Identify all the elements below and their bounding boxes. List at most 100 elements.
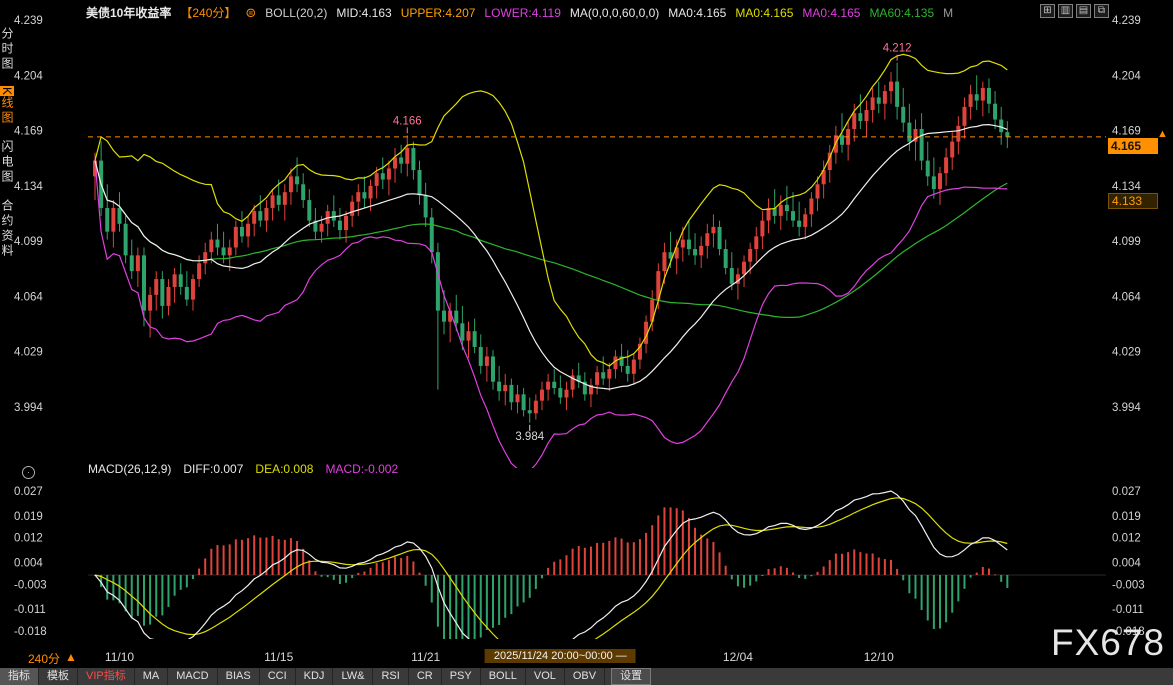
toolbar-tab-vol[interactable]: VOL (526, 668, 565, 685)
y-axis-label: 4.204 (14, 70, 43, 82)
x-axis-label: 12/04 (723, 650, 753, 664)
dea-line (95, 498, 1007, 648)
macd-axis-label: -0.011 (1112, 604, 1144, 616)
y-axis-label: 4.239 (14, 15, 43, 27)
sidebar-item-flash-chart[interactable]: 闪电图 (0, 140, 16, 185)
price-annotation: 4.166 (393, 115, 422, 127)
macd-axis-label: 0.004 (14, 558, 43, 570)
window-controls: ⊞▥▤⧉ (1040, 4, 1109, 18)
macd-axis-label: 0.027 (1112, 486, 1141, 498)
popout-window-icon[interactable]: ⧉ (1094, 4, 1109, 18)
crosshair-time-label: 2025/11/24 20:00~00:00 — (485, 649, 636, 663)
x-axis-label: 12/10 (864, 650, 894, 664)
chart-header: 美债10年收益率 【240分】 ⊜ BOLL(20,2) MID:4.163 U… (86, 4, 953, 21)
y-axis-label: 4.134 (14, 181, 43, 193)
period-label[interactable]: 【240分】 (180, 4, 236, 21)
macd-axis-label: -0.003 (14, 579, 47, 591)
ma60-value: MA60:4.135 (869, 6, 934, 20)
boll-lower-line (95, 161, 1007, 474)
macd-axis-label: 0.019 (14, 511, 43, 523)
indicator-settings-icon[interactable]: ⊜ (245, 5, 256, 21)
price-annotation: 4.212 (883, 43, 912, 55)
toolbar-tab-settings[interactable]: 设置 (611, 668, 651, 685)
macd-diff-value: DIFF:0.007 (183, 462, 243, 476)
ma-label: MA(0,0,0,60,0,0) (570, 6, 659, 20)
toolbar-tab-indicators[interactable]: 指标 (0, 668, 39, 685)
macd-panel-toggle-icon[interactable]: · (22, 466, 35, 479)
y-axis-label: 3.994 (14, 402, 43, 414)
y-axis-label: 4.239 (1112, 15, 1141, 27)
boll-upper-value: UPPER:4.207 (401, 6, 476, 20)
ma-price-tag: 4.133 (1108, 193, 1158, 209)
macd-axis-label: 0.012 (1112, 533, 1141, 545)
boll-lower-value: LOWER:4.119 (484, 6, 560, 20)
macd-axis-label: 0.027 (14, 486, 43, 498)
macd-axis-label: -0.003 (1112, 579, 1145, 591)
y-axis-label: 4.169 (1112, 126, 1141, 138)
sidebar-item-time-chart[interactable]: 分时图 (0, 27, 16, 72)
toolbar-tab-obv[interactable]: OBV (565, 668, 605, 685)
trading-terminal: 4.166 4.212 3.984 4.239 4.239 4.204 4.204 4.169… (0, 0, 1173, 685)
price-chart[interactable]: 4.166 4.212 3.984 4.239 4.239 4.204 4.204 4.169… (0, 0, 1173, 648)
y-axis-label: 4.134 (1112, 181, 1141, 193)
y-axis-label: 4.169 (14, 126, 43, 138)
toolbar-tab-ma[interactable]: MA (135, 668, 169, 685)
boll-mid-value: MID:4.163 (336, 6, 391, 20)
sidebar-item-candle-chart[interactable]: K线图 (0, 86, 16, 126)
toolbar-tab-macd[interactable]: MACD (168, 668, 217, 685)
toolbar-tab-cci[interactable]: CCI (260, 668, 296, 685)
toolbar-tab-kdj[interactable]: KDJ (296, 668, 334, 685)
macd-axis-label: -0.018 (14, 626, 47, 638)
x-axis-label: 11/10 (105, 650, 134, 664)
y-axis-label: 4.064 (14, 291, 43, 303)
m-label: M (943, 6, 953, 20)
macd-axis-label: 0.004 (1112, 558, 1141, 570)
ma0-value-2: MA0:4.165 (735, 6, 793, 20)
toolbar-tab-psy[interactable]: PSY (442, 668, 481, 685)
y-axis-label: 4.064 (1112, 291, 1141, 303)
sidebar-item-label: 线图 (0, 96, 14, 126)
macd-label: MACD(26,12,9) (88, 462, 171, 476)
k-badge: K (0, 86, 14, 96)
chart-type-sidebar: 分时图 K线图 闪电图 合约资料 (0, 27, 15, 259)
chart-panel-icon[interactable]: ▥ (1058, 4, 1073, 18)
y-axis-label: 4.099 (14, 236, 43, 248)
y-axis-label: 4.029 (1112, 347, 1141, 359)
macd-bar-value: MACD:-0.002 (325, 462, 398, 476)
boll-label: BOLL(20,2) (265, 6, 327, 20)
y-axis-label: 3.994 (1112, 402, 1141, 414)
toolbar-tab-rsi[interactable]: RSI (373, 668, 408, 685)
toolbar-tab-boll[interactable]: BOLL (481, 668, 526, 685)
data-panel-icon[interactable]: ▤ (1076, 4, 1091, 18)
period-selector[interactable]: 240分 ▲ (28, 650, 77, 667)
macd-dea-value: DEA:0.008 (255, 462, 313, 476)
macd-axis-label: -0.011 (14, 604, 46, 616)
current-price-tag: 4.165 (1108, 138, 1158, 154)
macd-axis-label: 0.019 (1112, 511, 1141, 523)
x-axis: 240分▲ 2025/11/24 20:00~00:00 — 11/1011/1… (0, 648, 1173, 668)
price-up-arrow-icon: ▲ (1157, 128, 1168, 140)
toolbar-tab-bias[interactable]: BIAS (218, 668, 260, 685)
layout-grid-icon[interactable]: ⊞ (1040, 4, 1055, 18)
period-up-arrow-icon: ▲ (65, 650, 77, 667)
price-annotation: 3.984 (515, 431, 544, 443)
y-axis-label: 4.099 (1112, 236, 1141, 248)
y-axis-label: 4.204 (1112, 70, 1141, 82)
indicator-toolbar: 指标模板VIP指标MAMACDBIASCCIKDJLW&RSICRPSYBOLL… (0, 668, 1173, 685)
x-axis-label: 11/21 (411, 650, 440, 664)
macd-plot[interactable] (88, 491, 1106, 648)
sidebar-item-contract-info[interactable]: 合约资料 (0, 199, 16, 259)
period-text: 240分 (28, 650, 60, 667)
toolbar-tab-lw[interactable]: LW& (333, 668, 373, 685)
main-chart-plot[interactable] (93, 54, 1009, 473)
toolbar-tab-cr[interactable]: CR (409, 668, 442, 685)
toolbar-tab-vip-indicators[interactable]: VIP指标 (78, 668, 135, 685)
macd-axis-label: 0.012 (14, 533, 43, 545)
toolbar-tab-templates[interactable]: 模板 (39, 668, 78, 685)
ma0-value-1: MA0:4.165 (668, 6, 726, 20)
boll-mid-line (95, 125, 1007, 390)
macd-header: MACD(26,12,9) DIFF:0.007 DEA:0.008 MACD:… (88, 462, 398, 476)
ma60-line (95, 161, 1007, 318)
diff-line (95, 491, 1007, 648)
instrument-title: 美债10年收益率 (86, 4, 171, 21)
